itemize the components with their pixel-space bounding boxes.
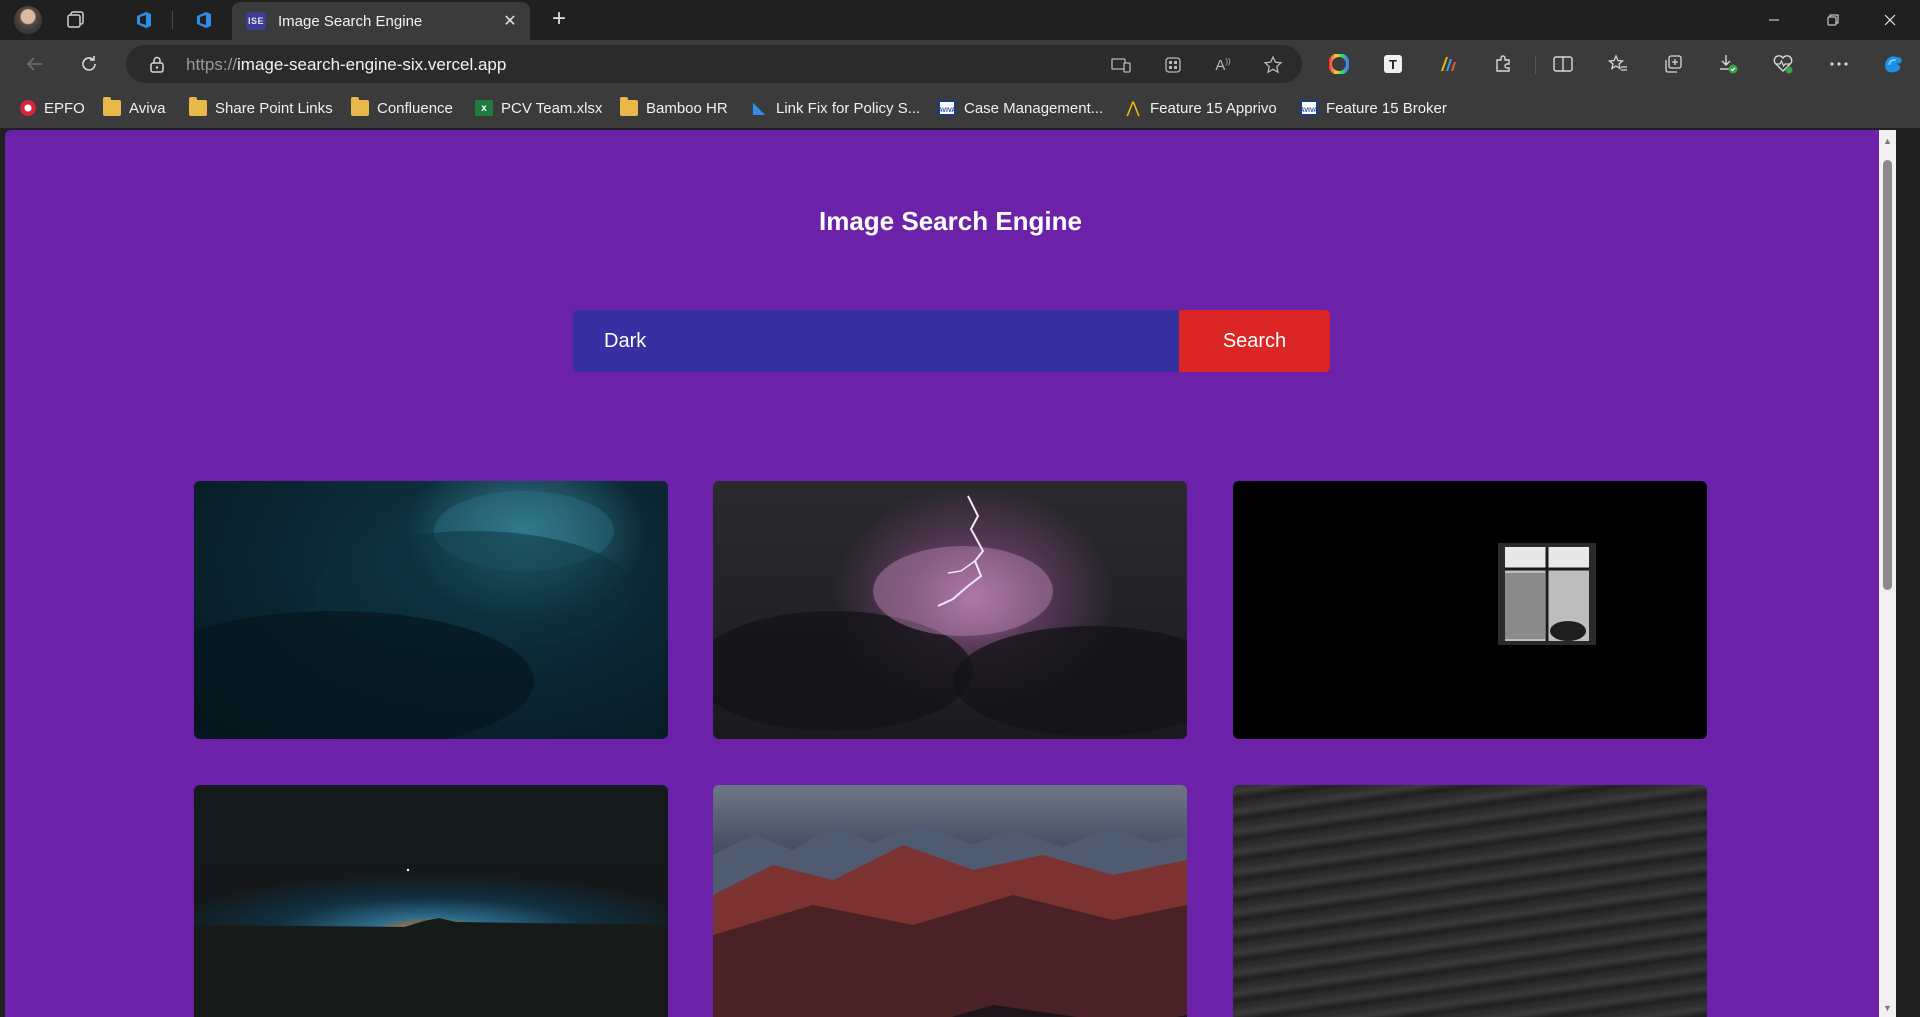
apps-grid-icon[interactable] <box>1162 54 1184 76</box>
page-viewport: Image Search Engine Search <box>5 130 1896 1017</box>
page-scrollbar[interactable]: ▲ ▼ <box>1879 130 1896 1017</box>
favorite-star-icon[interactable] <box>1262 54 1284 76</box>
bookmark-label: EPFO <box>44 99 85 117</box>
bookmark-label: Aviva <box>129 99 166 117</box>
bookmark-link-fix[interactable]: ◣ Link Fix for Policy S... <box>750 96 920 120</box>
workspaces-icon[interactable] <box>64 8 88 32</box>
collections-icon[interactable] <box>1661 52 1685 76</box>
result-image-dark-water[interactable] <box>1233 785 1707 1017</box>
split-screen-icon[interactable] <box>1551 52 1575 76</box>
epfo-icon <box>20 100 36 116</box>
browser-toolbar: https://image-search-engine-six.vercel.a… <box>0 40 1920 88</box>
minimize-icon[interactable] <box>1754 6 1794 34</box>
tab-separator <box>172 11 173 29</box>
page-title: Image Search Engine <box>819 206 1082 236</box>
bookmark-label: Feature 15 Broker <box>1326 99 1447 117</box>
refresh-icon[interactable] <box>74 50 104 78</box>
address-bar[interactable]: https://image-search-engine-six.vercel.a… <box>126 45 1302 83</box>
lock-icon[interactable] <box>148 55 166 73</box>
folder-icon <box>351 97 369 116</box>
excel-icon: x <box>475 100 493 116</box>
aviva-icon: AVIVA <box>938 100 956 116</box>
title-bar: ISE Image Search Engine ✕ + <box>0 0 1920 40</box>
profile-avatar[interactable] <box>14 6 42 34</box>
result-image-dark-clouds[interactable] <box>194 481 668 739</box>
text-extension-icon[interactable]: T <box>1381 52 1405 76</box>
url-protocol: https:// <box>186 55 238 74</box>
bookmark-label: PCV Team.xlsx <box>501 99 603 117</box>
close-window-icon[interactable] <box>1870 6 1910 34</box>
bookmark-label: Case Management... <box>964 99 1104 117</box>
app-available-icon[interactable] <box>1110 54 1132 76</box>
read-aloud-icon[interactable]: A)) <box>1212 54 1234 76</box>
browser-essentials-icon[interactable] <box>1771 52 1795 76</box>
folder-icon <box>189 97 207 116</box>
scroll-thumb[interactable] <box>1883 160 1892 590</box>
result-image-mountains[interactable] <box>713 785 1187 1017</box>
close-tab-icon[interactable]: ✕ <box>500 11 520 31</box>
horizon-artwork <box>194 868 668 1017</box>
bookmark-label: Link Fix for Policy S... <box>776 99 921 117</box>
bookmark-case-management[interactable]: AVIVA Case Management... <box>938 96 1103 120</box>
color-picker-extension-icon[interactable] <box>1327 52 1351 76</box>
result-image-lightning[interactable] <box>713 481 1187 739</box>
folder-icon <box>103 97 121 116</box>
search-form: Search <box>573 310 1330 372</box>
aviva-icon: AVIVA <box>1300 100 1318 116</box>
bookmark-feature-15-broker[interactable]: AVIVA Feature 15 Broker <box>1300 96 1447 120</box>
tab-image-search-engine[interactable]: ISE Image Search Engine ✕ <box>232 2 530 40</box>
copilot-icon[interactable] <box>1881 52 1905 76</box>
azure-devops-tab-icon[interactable] <box>132 8 156 32</box>
bookmark-label: Confluence <box>377 99 453 117</box>
bookmark-label: Share Point Links <box>215 99 333 117</box>
bookmark-label: Bamboo HR <box>646 99 728 117</box>
azure-devops-tab-icon[interactable] <box>192 8 216 32</box>
lightning-artwork <box>713 495 1187 736</box>
bookmark-share-point-links[interactable]: Share Point Links <box>189 96 333 120</box>
apprivo-icon: ⋀ <box>1126 100 1140 117</box>
bookmark-label: Feature 15 Apprivo <box>1150 99 1277 117</box>
result-image-horizon-glow[interactable] <box>194 785 668 1017</box>
bookmark-epfo[interactable]: EPFO <box>20 96 85 120</box>
bookmark-pcv-team[interactable]: x PCV Team.xlsx <box>475 96 602 120</box>
search-button[interactable]: Search <box>1179 310 1330 372</box>
bookmarks-bar: EPFO Aviva Share Point Links Confluence … <box>0 88 1920 128</box>
window-artwork <box>1498 543 1596 645</box>
back-arrow-icon[interactable] <box>20 50 50 78</box>
more-options-icon[interactable] <box>1827 52 1851 76</box>
search-input[interactable] <box>573 310 1179 372</box>
url-host: image-search-engine-six.vercel.app <box>237 55 507 74</box>
result-image-dark-window[interactable] <box>1233 481 1707 739</box>
tab-title: Image Search Engine <box>278 13 423 30</box>
downloads-icon[interactable] <box>1716 52 1740 76</box>
scroll-down-icon[interactable]: ▼ <box>1882 1003 1893 1013</box>
extensions-puzzle-icon[interactable] <box>1491 52 1515 76</box>
scroll-up-icon[interactable]: ▲ <box>1882 136 1893 146</box>
favorites-icon[interactable] <box>1606 52 1630 76</box>
azure-devops-icon: ◣ <box>752 100 766 117</box>
bookmark-feature-15-apprivo[interactable]: ⋀ Feature 15 Apprivo <box>1124 96 1277 120</box>
apprivo-extension-icon[interactable] <box>1436 52 1460 76</box>
folder-icon <box>620 97 638 116</box>
bookmark-aviva[interactable]: Aviva <box>103 96 165 120</box>
toolbar-separator <box>1535 56 1536 74</box>
url-text: https://image-search-engine-six.vercel.a… <box>186 55 506 75</box>
bookmark-confluence[interactable]: Confluence <box>351 96 453 120</box>
new-tab-icon[interactable]: + <box>546 5 572 32</box>
restore-icon[interactable] <box>1813 6 1853 34</box>
ise-favicon-icon: ISE <box>246 12 266 30</box>
mountains-artwork <box>713 823 1187 1017</box>
clouds-artwork <box>194 491 634 739</box>
bookmark-bamboo-hr[interactable]: Bamboo HR <box>620 96 728 120</box>
